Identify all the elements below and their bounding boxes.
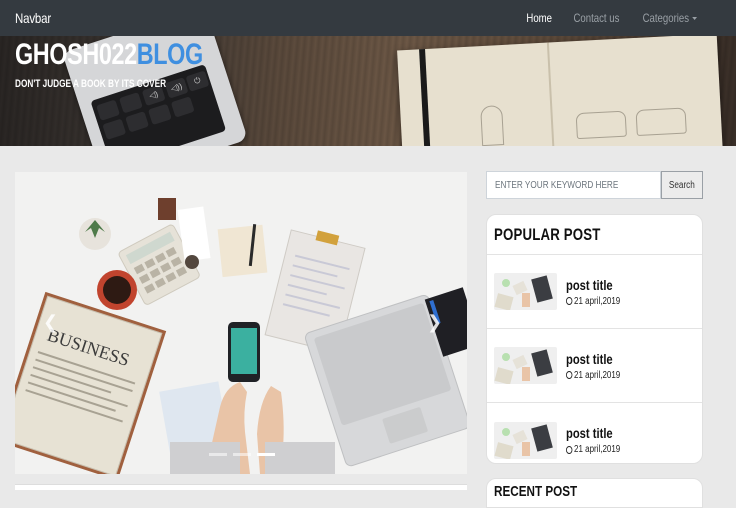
carousel-indicators [209, 453, 275, 456]
popular-post-item[interactable]: post title 21 april,2019 [487, 255, 702, 329]
popular-post-card: POPULAR POST post title 21 april,2019 po… [486, 214, 703, 464]
popular-post-heading: POPULAR POST [494, 224, 601, 244]
blog-title-main: GHOSH022 [15, 38, 137, 71]
recent-post-card: RECENT POST [486, 478, 703, 508]
post-title[interactable]: post title [566, 425, 620, 441]
post-thumbnail [494, 421, 557, 459]
nav-link-categories-label: Categories [642, 11, 689, 25]
navbar-brand[interactable]: Navbar [15, 10, 51, 26]
search-button[interactable]: Search [661, 171, 703, 199]
post-date: 21 april,2019 [566, 444, 620, 455]
post-date-text: 21 april,2019 [574, 295, 621, 307]
search-button-label: Search [669, 179, 696, 191]
post-date: 21 april,2019 [566, 296, 620, 307]
popular-post-item[interactable]: post title 21 april,2019 [487, 403, 702, 463]
post-thumbnail [494, 273, 557, 310]
clock-icon [566, 445, 573, 454]
carousel-indicator-3[interactable] [257, 453, 275, 456]
nav-link-contact[interactable]: Contact us [573, 11, 619, 25]
navbar: Navbar Home Contact us Categories [0, 0, 736, 36]
nav-links: Home Contact us Categories [520, 11, 697, 25]
blog-title: GHOSH022BLOG [15, 38, 203, 72]
popular-post-header: POPULAR POST [487, 215, 702, 255]
chevron-right-icon[interactable]: ❯ [427, 312, 442, 333]
notebook-image [397, 36, 723, 146]
post-date-text: 21 april,2019 [574, 369, 621, 381]
desk-photo: BUSINESS [15, 172, 467, 474]
post-date-text: 21 april,2019 [574, 444, 621, 455]
carousel[interactable]: BUSINESS ❮ ❯ [15, 172, 467, 474]
post-date: 21 april,2019 [566, 370, 620, 381]
nav-link-home[interactable]: Home [526, 11, 552, 25]
carousel-indicator-1[interactable] [209, 453, 227, 456]
post-title[interactable]: post title [566, 351, 620, 367]
nav-link-categories[interactable]: Categories [643, 11, 697, 25]
search-placeholder: ENTER YOUR KEYWORD HERE [495, 179, 619, 191]
blog-tagline: DON'T JUDGE A BOOK BY ITS COVER [15, 78, 167, 90]
search-input[interactable]: ENTER YOUR KEYWORD HERE [486, 171, 662, 199]
post-thumbnail [494, 347, 557, 384]
clock-icon [566, 371, 573, 379]
caret-down-icon [692, 17, 697, 21]
hero-banner: ◁) ◁)) ⏻ GHOSH022BLOG DON'T JUDGE A BOOK… [0, 36, 736, 146]
post-title[interactable]: post title [566, 277, 620, 293]
popular-post-item[interactable]: post title 21 april,2019 [487, 329, 702, 403]
carousel-indicator-2[interactable] [233, 453, 251, 456]
content-card-top [15, 484, 467, 490]
clock-icon [566, 297, 573, 305]
search-form: ENTER YOUR KEYWORD HERE Search [486, 171, 703, 199]
blog-title-accent: BLOG [136, 38, 203, 71]
chevron-left-icon[interactable]: ❮ [43, 312, 58, 333]
recent-post-heading: RECENT POST [494, 483, 578, 500]
